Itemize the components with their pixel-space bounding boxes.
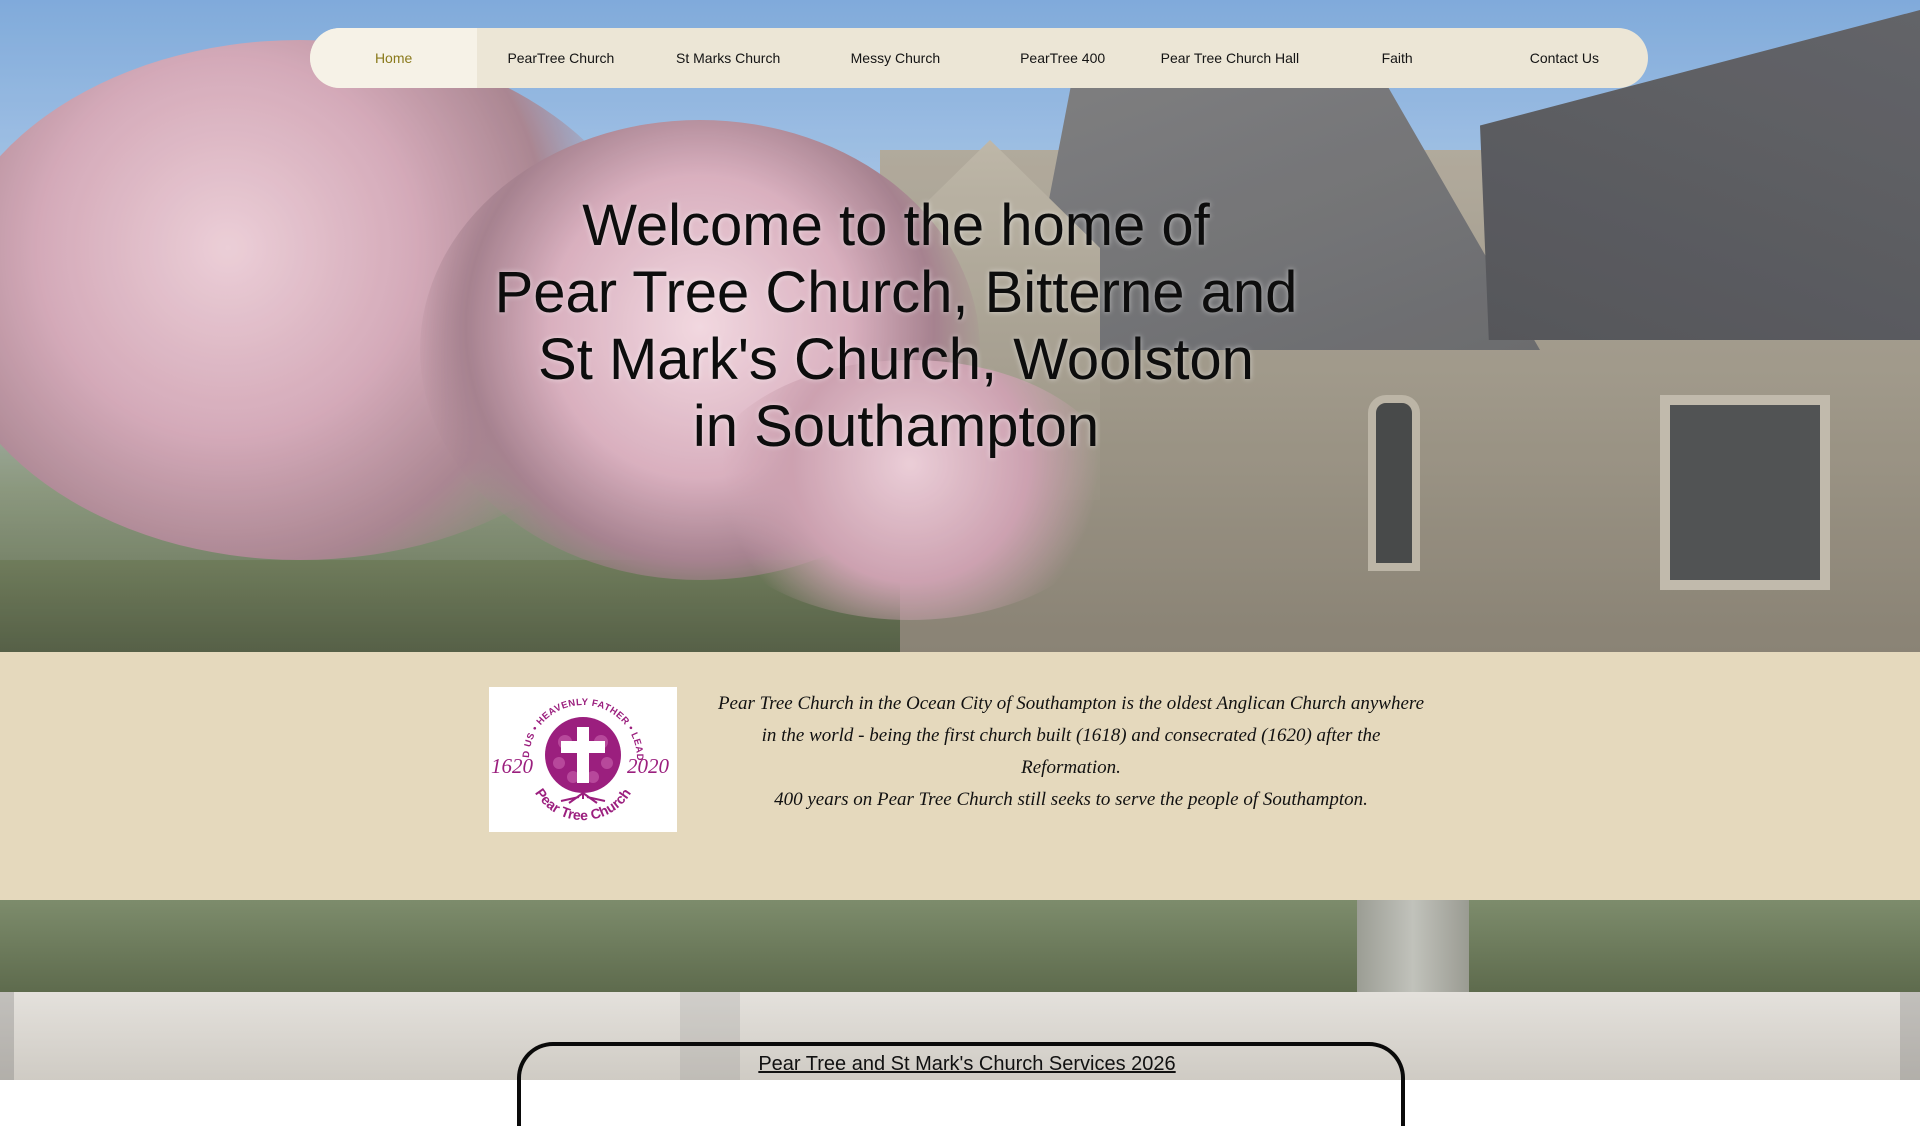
title-line: in Southampton [692,394,1100,459]
churchyard-photo-strip [0,900,1920,992]
logo-year-left: 1620 [491,754,534,778]
title-line: Pear Tree Church, Bitterne and [494,260,1298,325]
nav-item-church-hall[interactable]: Pear Tree Church Hall [1146,28,1313,88]
stone-post [1357,900,1469,992]
page-title: Welcome to the home of Pear Tree Church,… [440,192,1352,460]
title-line: Welcome to the home of [582,193,1210,258]
cross-icon [577,727,589,783]
nav-item-home[interactable]: Home [310,28,478,88]
nav-item-peartree-church[interactable]: PearTree Church [477,28,644,88]
nav-item-contact-us[interactable]: Contact Us [1481,28,1648,88]
main-nav: Home PearTree Church St Marks Church Mes… [310,28,1648,88]
title-line: St Mark's Church, Woolston [538,327,1254,392]
pear-tree-400-logo: LEAD US • HEAVENLY FATHER • LEAD US 1620… [489,687,677,832]
services-title[interactable]: Pear Tree and St Mark's Church Services … [517,1053,1417,1076]
nav-item-faith[interactable]: Faith [1314,28,1481,88]
nav-item-st-marks-church[interactable]: St Marks Church [645,28,812,88]
nav-item-peartree-400[interactable]: PearTree 400 [979,28,1146,88]
intro-paragraph: Pear Tree Church in the Ocean City of So… [717,693,1425,778]
intro-text: Pear Tree Church in the Ocean City of So… [712,688,1430,816]
intro-line: 400 years on Pear Tree Church still seek… [774,789,1368,810]
logo-year-right: 2020 [627,754,670,778]
nav-item-messy-church[interactable]: Messy Church [812,28,979,88]
